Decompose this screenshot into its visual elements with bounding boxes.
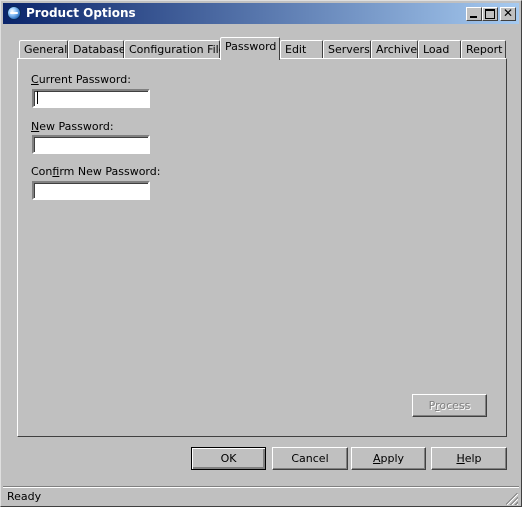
window-title: Product Options: [26, 6, 136, 20]
help-button[interactable]: Help: [431, 447, 507, 470]
cancel-button[interactable]: Cancel: [272, 447, 348, 470]
resize-grip-icon[interactable]: [506, 493, 518, 505]
confirm-password-field[interactable]: [32, 181, 150, 200]
product-options-window: Product Options ✕ General Database Confi…: [0, 0, 522, 507]
tab-archive[interactable]: Archive: [371, 40, 418, 59]
text-caret: [37, 91, 38, 104]
tab-general[interactable]: General: [19, 40, 68, 59]
status-bar: Ready: [3, 486, 519, 506]
tab-password[interactable]: Password: [220, 37, 280, 60]
tab-servers[interactable]: Servers: [323, 40, 371, 59]
process-button[interactable]: Process: [412, 394, 487, 417]
confirm-password-label: Confirm New Password:: [31, 165, 161, 178]
title-bar[interactable]: Product Options ✕: [3, 3, 519, 24]
status-text: Ready: [7, 490, 42, 503]
maximize-icon[interactable]: [482, 7, 498, 21]
current-password-field[interactable]: [32, 89, 150, 108]
apply-button[interactable]: Apply: [351, 447, 426, 470]
new-password-field[interactable]: [32, 135, 150, 154]
tab-configuration-file[interactable]: Configuration File: [124, 40, 226, 59]
current-password-label: Current Password:: [31, 73, 131, 86]
new-password-label: New Password:: [31, 120, 114, 133]
tab-database[interactable]: Database: [68, 40, 126, 59]
ok-button[interactable]: OK: [191, 447, 266, 470]
minimize-icon[interactable]: [466, 7, 482, 21]
app-globe-icon[interactable]: [7, 6, 21, 20]
tab-report[interactable]: Report: [461, 40, 506, 59]
close-icon[interactable]: ✕: [500, 6, 516, 21]
password-tab-panel: Current Password: New Password: Confirm …: [17, 58, 507, 437]
tab-edit[interactable]: Edit: [280, 40, 323, 59]
tab-load[interactable]: Load: [418, 40, 461, 59]
